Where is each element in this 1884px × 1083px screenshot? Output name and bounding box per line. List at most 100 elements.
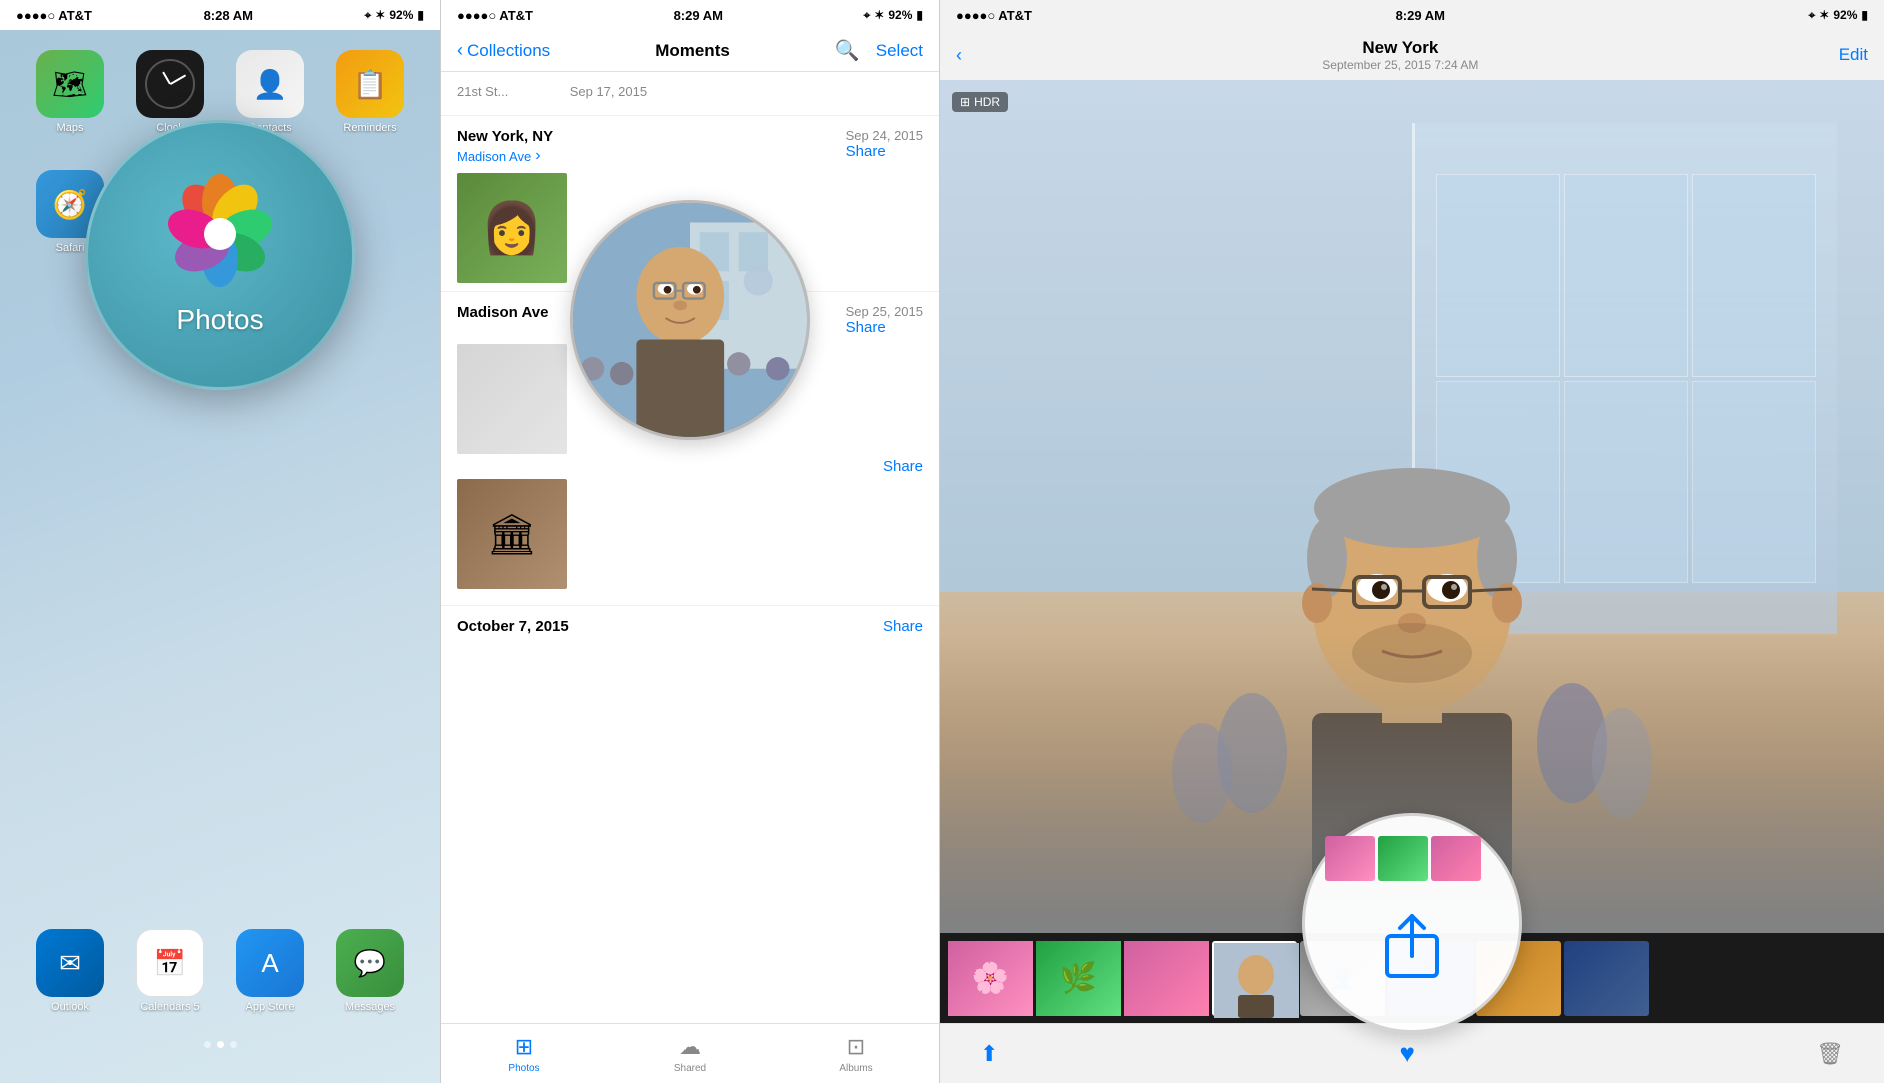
reminders-icon[interactable]: 📋 <box>336 50 404 118</box>
moment-thumb-madison-1[interactable] <box>457 344 567 454</box>
dock: ✉ Outlook 📅 Calendars 5 A App Store 💬 Me… <box>0 919 440 1023</box>
tab-shared[interactable]: ☁ Shared <box>607 1024 773 1083</box>
tab-albums[interactable]: ⊡ Albums <box>773 1024 939 1083</box>
moments-location-icon: ⌖ <box>864 8 871 23</box>
app-messages[interactable]: 💬 Messages <box>325 929 415 1013</box>
thumb-pink <box>1124 941 1209 1016</box>
moments-battery-icon: ▮ <box>916 8 923 22</box>
battery-icon: ▮ <box>417 8 424 22</box>
strip-thumb-1[interactable]: 🌸 <box>948 941 1033 1016</box>
photo-back-button[interactable]: ‹ <box>956 45 962 66</box>
tab-photos[interactable]: ⊞ Photos <box>441 1024 607 1083</box>
strip-thumb-active[interactable] <box>1212 941 1297 1016</box>
search-icon[interactable]: 🔍 <box>835 38 860 63</box>
albums-tab-label: Albums <box>839 1063 872 1074</box>
photo-location-icon: ⌖ <box>1809 8 1816 23</box>
photo-battery-icon: ▮ <box>1861 8 1868 22</box>
nav-collections-label[interactable]: Collections <box>467 41 550 61</box>
moment-thumb-madison-2[interactable]: 🏛 <box>457 479 567 589</box>
photo-edit-button[interactable]: Edit <box>1839 45 1868 65</box>
panel-photo-detail: ●●●●○ AT&T 8:29 AM ⌖ ✶ 92% ▮ ‹ New York … <box>940 0 1884 1083</box>
photos-zoom-circle[interactable]: Photos <box>85 120 355 390</box>
app-calendars[interactable]: 📅 Calendars 5 <box>125 929 215 1013</box>
moment-share-oct7[interactable]: Share <box>883 618 923 635</box>
photo-bt-icon: ✶ <box>1819 8 1829 22</box>
dot-3 <box>230 1041 237 1048</box>
page-dots <box>0 1041 440 1048</box>
hdr-badge: ⊞ HDR <box>952 92 1008 112</box>
strip-thumb-3[interactable] <box>1124 941 1209 1016</box>
app-reminders[interactable]: 📋 Reminders <box>325 50 415 160</box>
app-appstore[interactable]: A App Store <box>225 929 315 1013</box>
photo-battery-pct: 92% <box>1833 8 1857 22</box>
moments-navbar: ‹ Collections Moments 🔍 Select <box>441 30 939 72</box>
moment-sub-nyc: Madison Ave <box>457 147 553 165</box>
moments-carrier-name: AT&T <box>499 8 533 23</box>
home-status-bar: ●●●●○ AT&T 8:28 AM ⌖ ✶ 92% ▮ <box>0 0 440 30</box>
favorite-button[interactable]: ♥ <box>1400 1038 1415 1069</box>
photo-title-area: New York September 25, 2015 7:24 AM <box>1322 38 1478 72</box>
moment-right-nyc: Sep 24, 2015 Share <box>846 128 923 160</box>
strip-thumb-8[interactable] <box>1564 941 1649 1016</box>
clock-icon[interactable] <box>136 50 204 118</box>
moment-date-21st-partial: 21st St... Sep 17, 2015 <box>457 84 647 99</box>
app-outlook[interactable]: ✉ Outlook <box>25 929 115 1013</box>
select-button[interactable]: Select <box>876 41 923 61</box>
moment-right-madison: Sep 25, 2015 Share <box>846 304 923 336</box>
shared-tab-label: Shared <box>674 1063 706 1074</box>
face-svg <box>573 200 807 440</box>
calendars-icon[interactable]: 📅 <box>136 929 204 997</box>
moment-header-21st: 21st St... Sep 17, 2015 <box>457 84 923 99</box>
outlook-icon[interactable]: ✉ <box>36 929 104 997</box>
photo-title: New York <box>1322 38 1478 58</box>
photo-battery: ⌖ ✶ 92% ▮ <box>1809 8 1868 23</box>
moments-signal: ●●●●○ <box>457 8 496 23</box>
nav-back-collections[interactable]: ‹ Collections <box>457 40 550 61</box>
photo-subtitle: September 25, 2015 7:24 AM <box>1322 58 1478 72</box>
share-icon-container <box>1382 911 1442 986</box>
photo-main-image[interactable]: ⊞ HDR <box>940 80 1884 933</box>
albums-tab-icon: ⊡ <box>847 1034 865 1060</box>
nav-moments-title: Moments <box>655 41 730 61</box>
moment-share-nyc[interactable]: Share <box>846 143 923 160</box>
moment-share-madison-1[interactable]: Share <box>846 319 923 336</box>
dot-1 <box>204 1041 211 1048</box>
app-maps[interactable]: 🗺 Maps <box>25 50 115 160</box>
moment-group-oct7: October 7, 2015 Share <box>441 606 939 651</box>
nav-right-buttons: 🔍 Select <box>835 38 923 63</box>
moment-header-oct7: October 7, 2015 Share <box>457 618 923 635</box>
thumb-green: 🌿 <box>1036 941 1121 1016</box>
moment-info-madison: Madison Ave <box>457 304 548 321</box>
moments-battery-pct: 92% <box>888 8 912 22</box>
share-toolbar-button[interactable]: ⬆ <box>980 1041 998 1067</box>
appstore-icon[interactable]: A <box>236 929 304 997</box>
photo-signal: ●●●●○ <box>956 8 995 23</box>
share-strip-thumb-1 <box>1325 836 1375 881</box>
moment-thumb-nyc-1[interactable]: 👩 <box>457 173 567 283</box>
photo-icon-small: ⊞ <box>960 95 970 109</box>
outlook-label: Outlook <box>51 1001 89 1013</box>
moment-location-nyc: New York, NY <box>457 128 553 145</box>
carrier-name: AT&T <box>58 8 92 23</box>
clock-face <box>145 59 195 109</box>
share-zoom-circle <box>1302 813 1522 1033</box>
maps-icon[interactable]: 🗺 <box>36 50 104 118</box>
panel-moments: ●●●●○ AT&T 8:29 AM ⌖ ✶ 92% ▮ ‹ Collectio… <box>440 0 940 1083</box>
share-strip-thumb-3 <box>1431 836 1481 881</box>
photo-background: ⊞ HDR <box>940 80 1884 933</box>
contacts-icon[interactable]: 👤 <box>236 50 304 118</box>
share-photo-strip <box>1325 836 1499 881</box>
moment-group-21st: 21st St... Sep 17, 2015 <box>441 72 939 116</box>
back-chevron-icon: ‹ <box>457 40 463 61</box>
thumb-building: 🏛 <box>457 479 567 589</box>
messages-icon[interactable]: 💬 <box>336 929 404 997</box>
moment-location-oct7: October 7, 2015 <box>457 618 569 635</box>
moment-date-nyc: Sep 24, 2015 <box>846 128 923 143</box>
moment-share-madison-2[interactable]: Share <box>883 458 923 475</box>
moment-sublocation-nyc[interactable]: Madison Ave <box>457 149 531 164</box>
strip-thumb-2[interactable]: 🌿 <box>1036 941 1121 1016</box>
delete-button[interactable]: 🗑 <box>1816 1041 1844 1067</box>
thumb-person-bg: 👩 <box>457 173 567 283</box>
photo-time: 8:29 AM <box>1396 8 1445 23</box>
messages-label: Messages <box>345 1001 395 1013</box>
